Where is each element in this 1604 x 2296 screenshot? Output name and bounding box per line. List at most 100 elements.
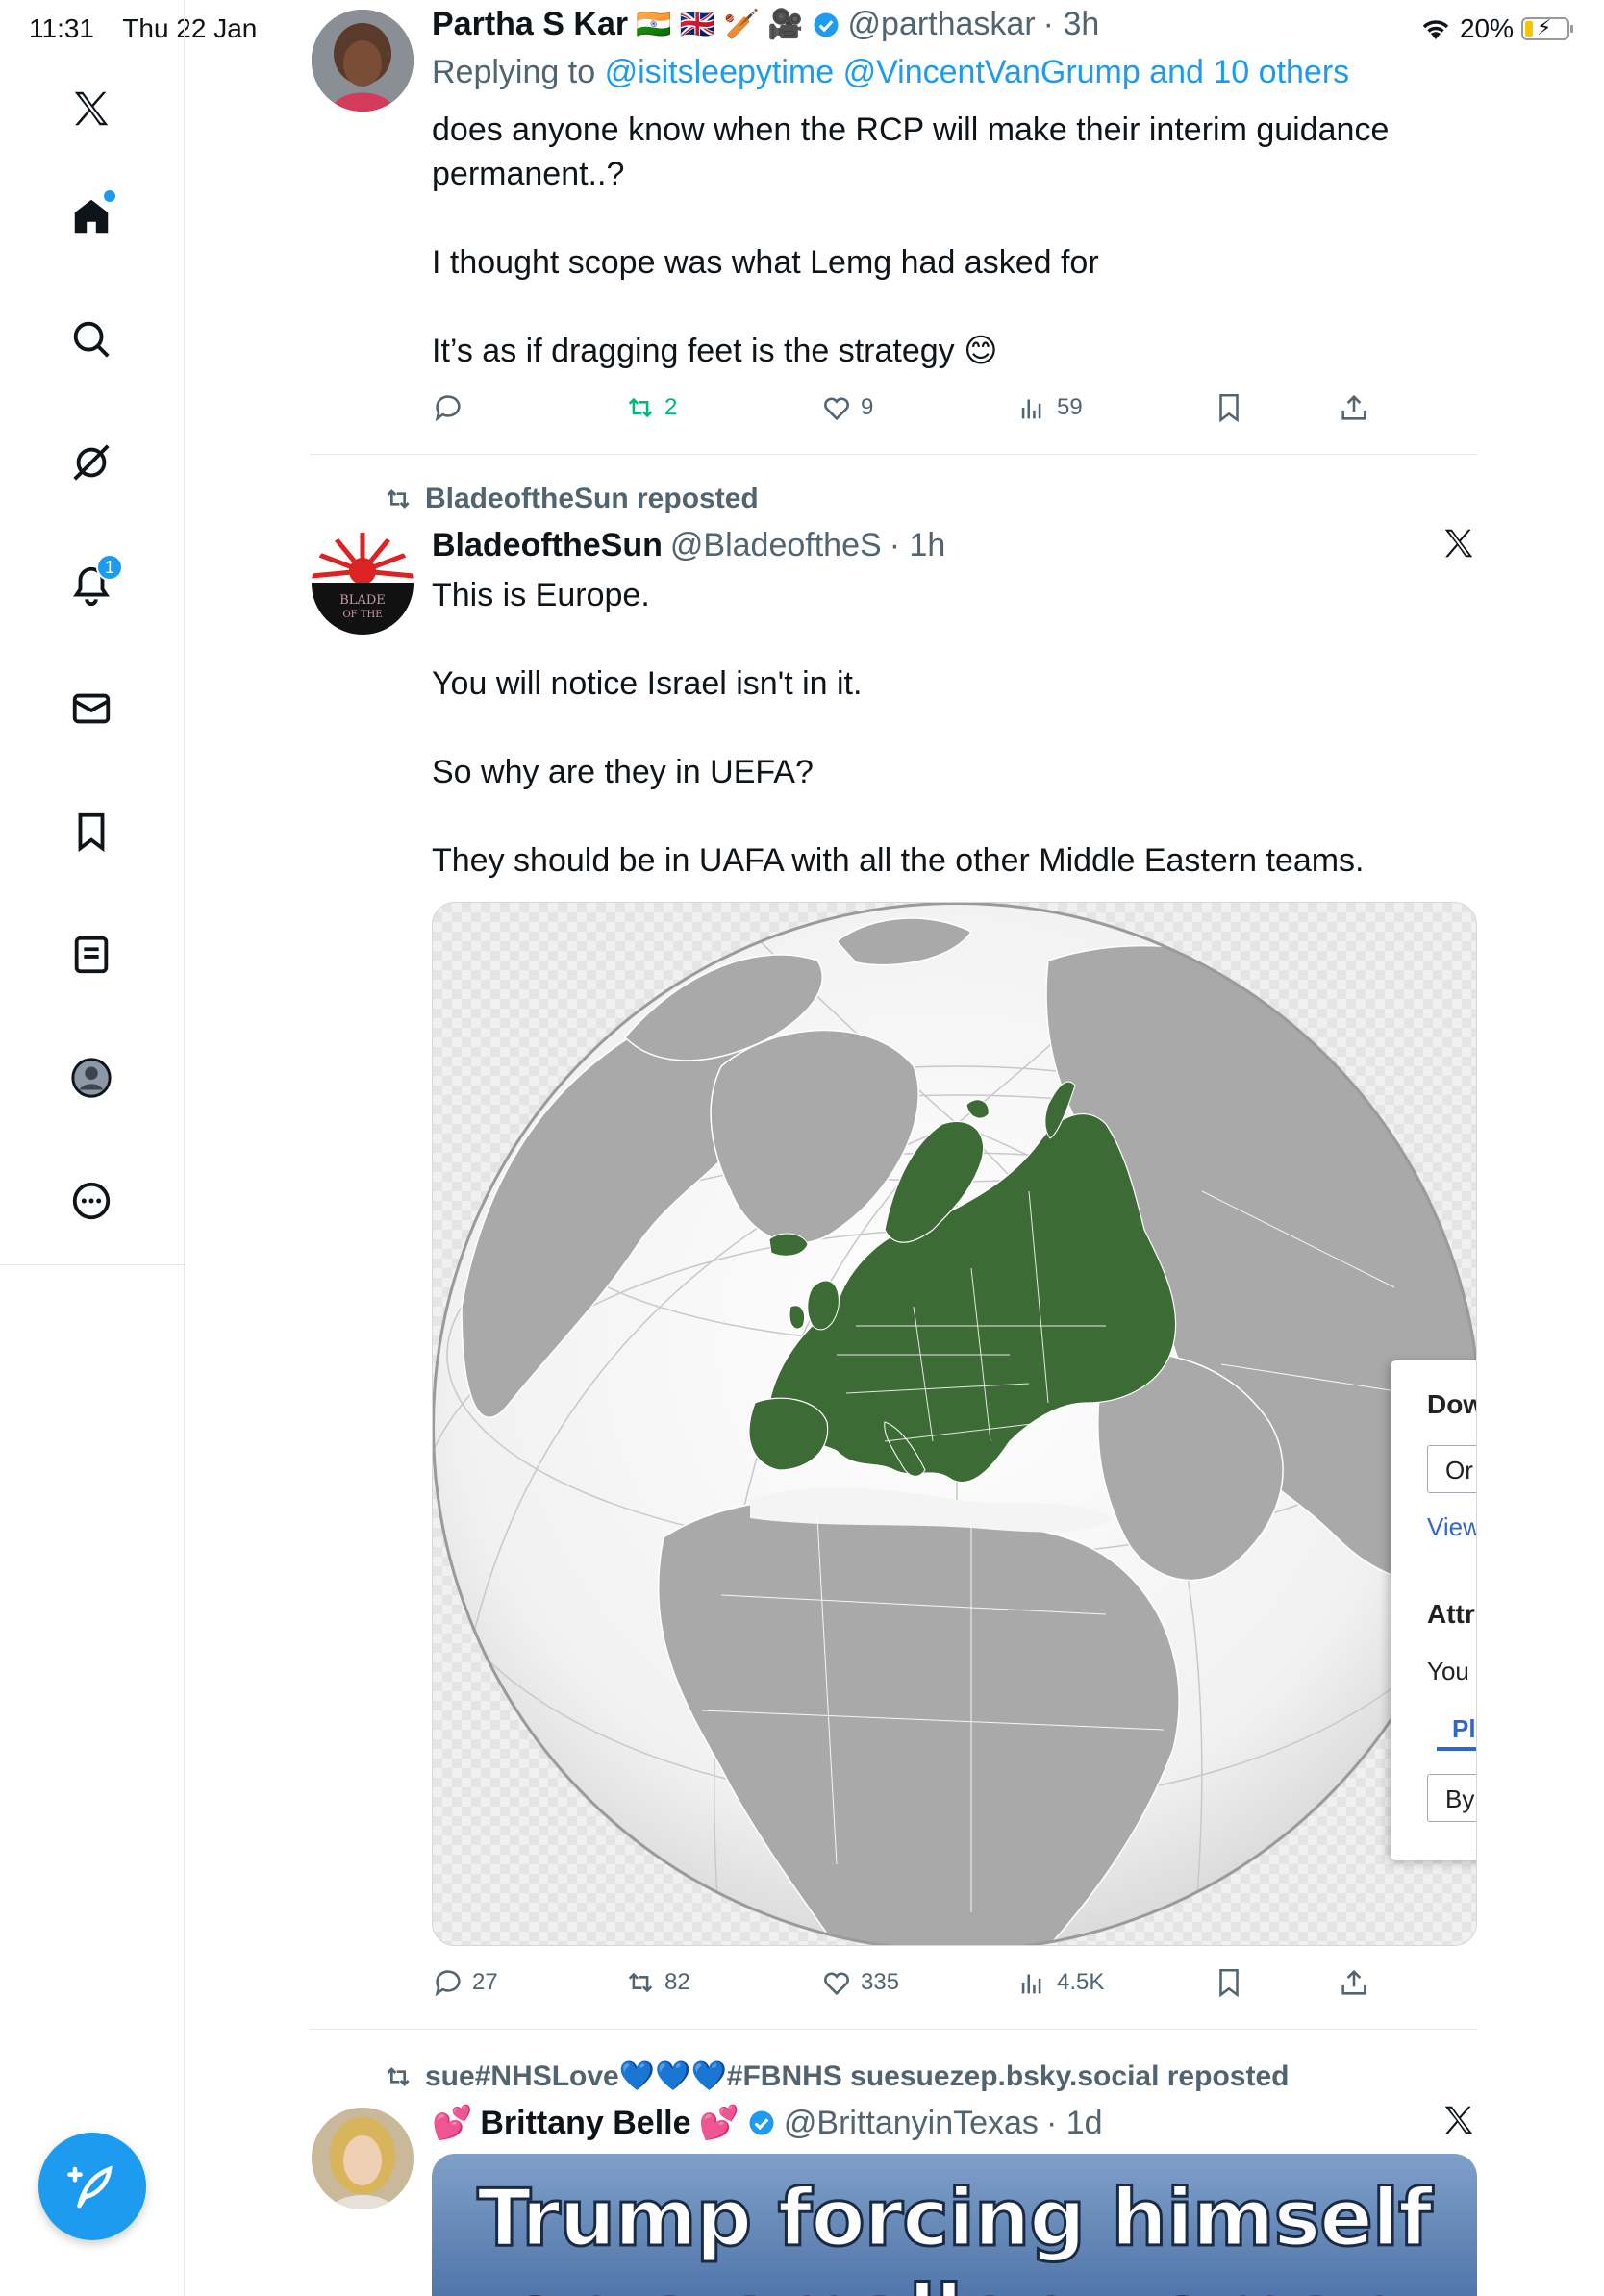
tweet-separator	[310, 454, 1477, 455]
repost-icon	[628, 1972, 653, 1993]
repost-icon	[628, 397, 653, 418]
sidebar-divider	[0, 1264, 185, 1265]
tweet-paragraph: So why are they in UEFA?	[432, 754, 814, 790]
views-icon	[1021, 399, 1041, 419]
tweet-header: Partha S Kar 🇮🇳 🇬🇧 🏏 🎥 @parthaskar · 3h	[432, 6, 1099, 43]
media-caption-line-2: on a smaller woman	[432, 2268, 1477, 2296]
repost-context: BladeoftheSun reposted	[383, 483, 759, 515]
bookmark-icon	[1219, 393, 1239, 423]
overlay-tab-underline	[1437, 1747, 1476, 1751]
notifications-icon[interactable]: 1	[63, 554, 123, 613]
lists-icon[interactable]	[63, 927, 119, 983]
heart-icon	[824, 397, 849, 421]
reply-button[interactable]: 27	[432, 1966, 498, 1999]
download-panel-overlay: Dow Or View Attr You Pl By	[1391, 1360, 1477, 1860]
search-icon[interactable]	[63, 312, 119, 367]
x-logo-icon[interactable]	[1441, 2102, 1477, 2148]
bookmarks-icon[interactable]	[63, 804, 119, 860]
author-handle[interactable]: @parthaskar	[848, 6, 1036, 43]
tweet-media-europe-map[interactable]: Dow Or View Attr You Pl By	[432, 902, 1477, 1946]
repost-by-label[interactable]: sue#NHSLove💙💙💙#FBNHS suesuezep.bsky.soci…	[425, 2059, 1289, 2093]
overlay-select-2: By	[1427, 1774, 1476, 1822]
bookmark-icon	[1219, 1968, 1239, 1998]
tweet-actions: 2 9 59	[432, 388, 1384, 427]
repost-button[interactable]: 2	[624, 391, 677, 424]
tweet-paragraph: It’s as if dragging feet is the strategy…	[432, 333, 998, 369]
grok-icon[interactable]	[63, 435, 119, 490]
reply-targets-link[interactable]: @isitsleepytime @VincentVanGrump and 10 …	[605, 54, 1350, 90]
overlay-select: Or	[1427, 1445, 1476, 1493]
overlay-link: View	[1427, 1512, 1477, 1541]
avatar[interactable]	[312, 2108, 414, 2209]
avatar[interactable]	[312, 10, 414, 112]
media-caption-line-1: Trump forcing himself	[476, 2172, 1434, 2266]
author-name[interactable]: Partha S Kar	[432, 6, 628, 43]
share-icon	[1341, 394, 1366, 420]
repost-count: 82	[664, 1969, 690, 1995]
svg-text:OF THE: OF THE	[342, 610, 382, 620]
x-logo-icon[interactable]	[1441, 525, 1477, 571]
share-icon	[1341, 1969, 1366, 1995]
overlay-tab: Pl	[1452, 1714, 1476, 1743]
sidebar: 1	[0, 0, 185, 2296]
reply-label: Replying to	[432, 54, 596, 90]
views-button[interactable]: 59	[1016, 391, 1083, 424]
repost-icon	[387, 2066, 410, 2086]
views-count: 4.5K	[1057, 1969, 1105, 1995]
repost-context: sue#NHSLove💙💙💙#FBNHS suesuezep.bsky.soci…	[383, 2059, 1289, 2093]
battery-icon: ⚡	[1521, 15, 1573, 40]
repost-by-label[interactable]: BladeoftheSun reposted	[425, 483, 759, 515]
overlay-text: You	[1427, 1657, 1469, 1685]
x-logo-icon[interactable]	[63, 81, 119, 137]
home-unread-dot	[104, 190, 115, 202]
reply-icon	[435, 1970, 461, 1997]
profile-icon[interactable]	[63, 1050, 119, 1106]
tweet-paragraph: This is Europe.	[432, 577, 650, 613]
bookmark-button[interactable]	[1213, 391, 1245, 424]
tweet-paragraph: I thought scope was what Lemg had asked …	[432, 244, 1099, 281]
views-button[interactable]: 4.5K	[1016, 1966, 1104, 1999]
bookmark-button[interactable]	[1213, 1966, 1245, 1999]
reply-button[interactable]	[432, 391, 472, 424]
views-icon	[1021, 1974, 1041, 1994]
repost-button[interactable]: 82	[624, 1966, 690, 1999]
tweet-body: does anyone know when the RCP will make …	[432, 108, 1413, 373]
views-count: 59	[1057, 394, 1083, 420]
home-icon[interactable]	[63, 188, 119, 244]
tweet-paragraph: You will notice Israel isn't in it.	[432, 665, 863, 702]
repost-count: 2	[664, 394, 678, 420]
reply-count: 27	[472, 1969, 498, 1995]
battery-percent: 20%	[1459, 13, 1514, 43]
name-suffix-emoji: 💕	[698, 2105, 739, 2141]
more-icon[interactable]	[63, 1173, 119, 1229]
author-name[interactable]: BladeoftheSun	[432, 527, 663, 564]
tweet-media-video[interactable]: Trump forcing himself on a smaller woman	[432, 2154, 1477, 2296]
share-button[interactable]	[1338, 391, 1370, 424]
avatar[interactable]: BLADE OF THE	[312, 533, 414, 635]
author-flags: 🇮🇳 🇬🇧 🏏 🎥	[636, 9, 804, 40]
author-handle[interactable]: @BladeoftheS	[670, 527, 882, 564]
svg-text:BLADE: BLADE	[339, 593, 386, 608]
share-button[interactable]	[1338, 1966, 1370, 1999]
like-button[interactable]: 335	[820, 1966, 899, 1999]
tweet-actions: 27 82 335 4.5K	[432, 1963, 1384, 2002]
messages-icon[interactable]	[63, 681, 119, 736]
verified-badge-icon	[749, 2110, 774, 2135]
like-button[interactable]: 9	[820, 391, 873, 424]
tweet-separator	[310, 2029, 1477, 2030]
repost-icon	[387, 489, 410, 509]
compose-button[interactable]	[38, 2133, 146, 2240]
tweet-time[interactable]: · 1h	[890, 527, 946, 564]
author-name[interactable]: Brittany Belle	[480, 2105, 690, 2142]
tweet-time[interactable]: · 1d	[1046, 2105, 1103, 2142]
like-count: 9	[861, 394, 874, 420]
compose-icon	[67, 2165, 113, 2209]
author-handle[interactable]: @BrittanyinTexas	[784, 2105, 1039, 2142]
tweet-paragraph: They should be in UAFA with all the othe…	[432, 842, 1365, 879]
tweet-time[interactable]: · 3h	[1043, 6, 1100, 43]
tweet-header: BladeoftheSun @BladeoftheS · 1h	[432, 527, 945, 564]
verified-badge-icon	[814, 12, 839, 37]
status-bar-right: 20% ⚡	[1419, 13, 1573, 44]
globe-map-image	[433, 903, 1476, 1945]
notifications-badge: 1	[96, 554, 123, 581]
